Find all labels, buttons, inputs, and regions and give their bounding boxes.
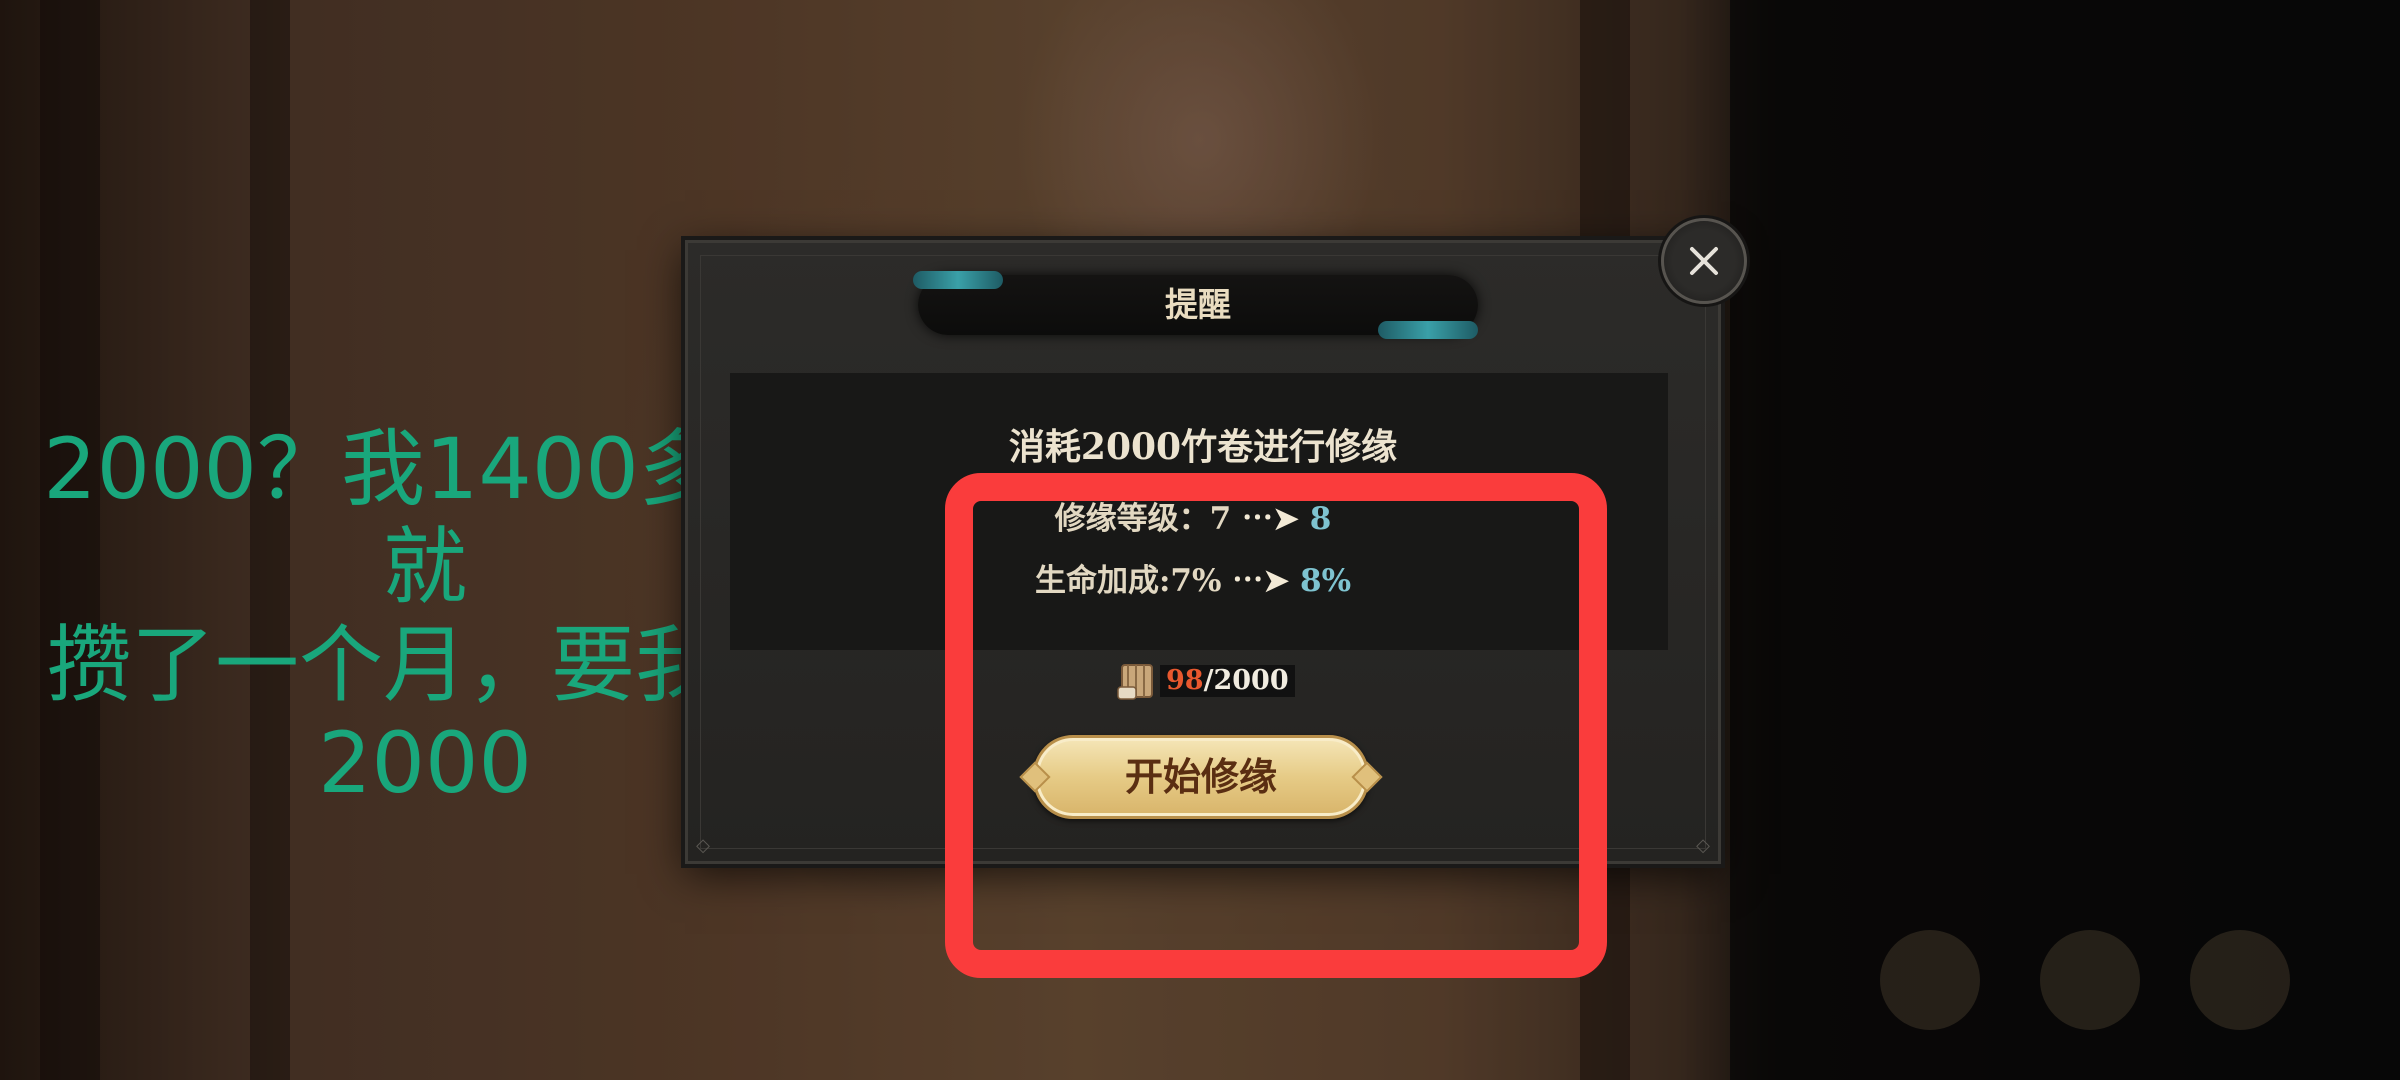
cloud-ornament-icon bbox=[1378, 321, 1478, 339]
cost-description: 消耗2000竹卷进行修缘 bbox=[1008, 426, 1398, 468]
cloud-ornament-icon bbox=[913, 271, 1003, 289]
corner-ornament-icon: ◇ bbox=[696, 835, 710, 856]
close-button[interactable] bbox=[1661, 218, 1747, 304]
corner-ornament-icon: ◇ bbox=[1696, 835, 1710, 856]
highlight-annotation-box bbox=[945, 473, 1607, 978]
close-icon bbox=[1690, 247, 1718, 275]
